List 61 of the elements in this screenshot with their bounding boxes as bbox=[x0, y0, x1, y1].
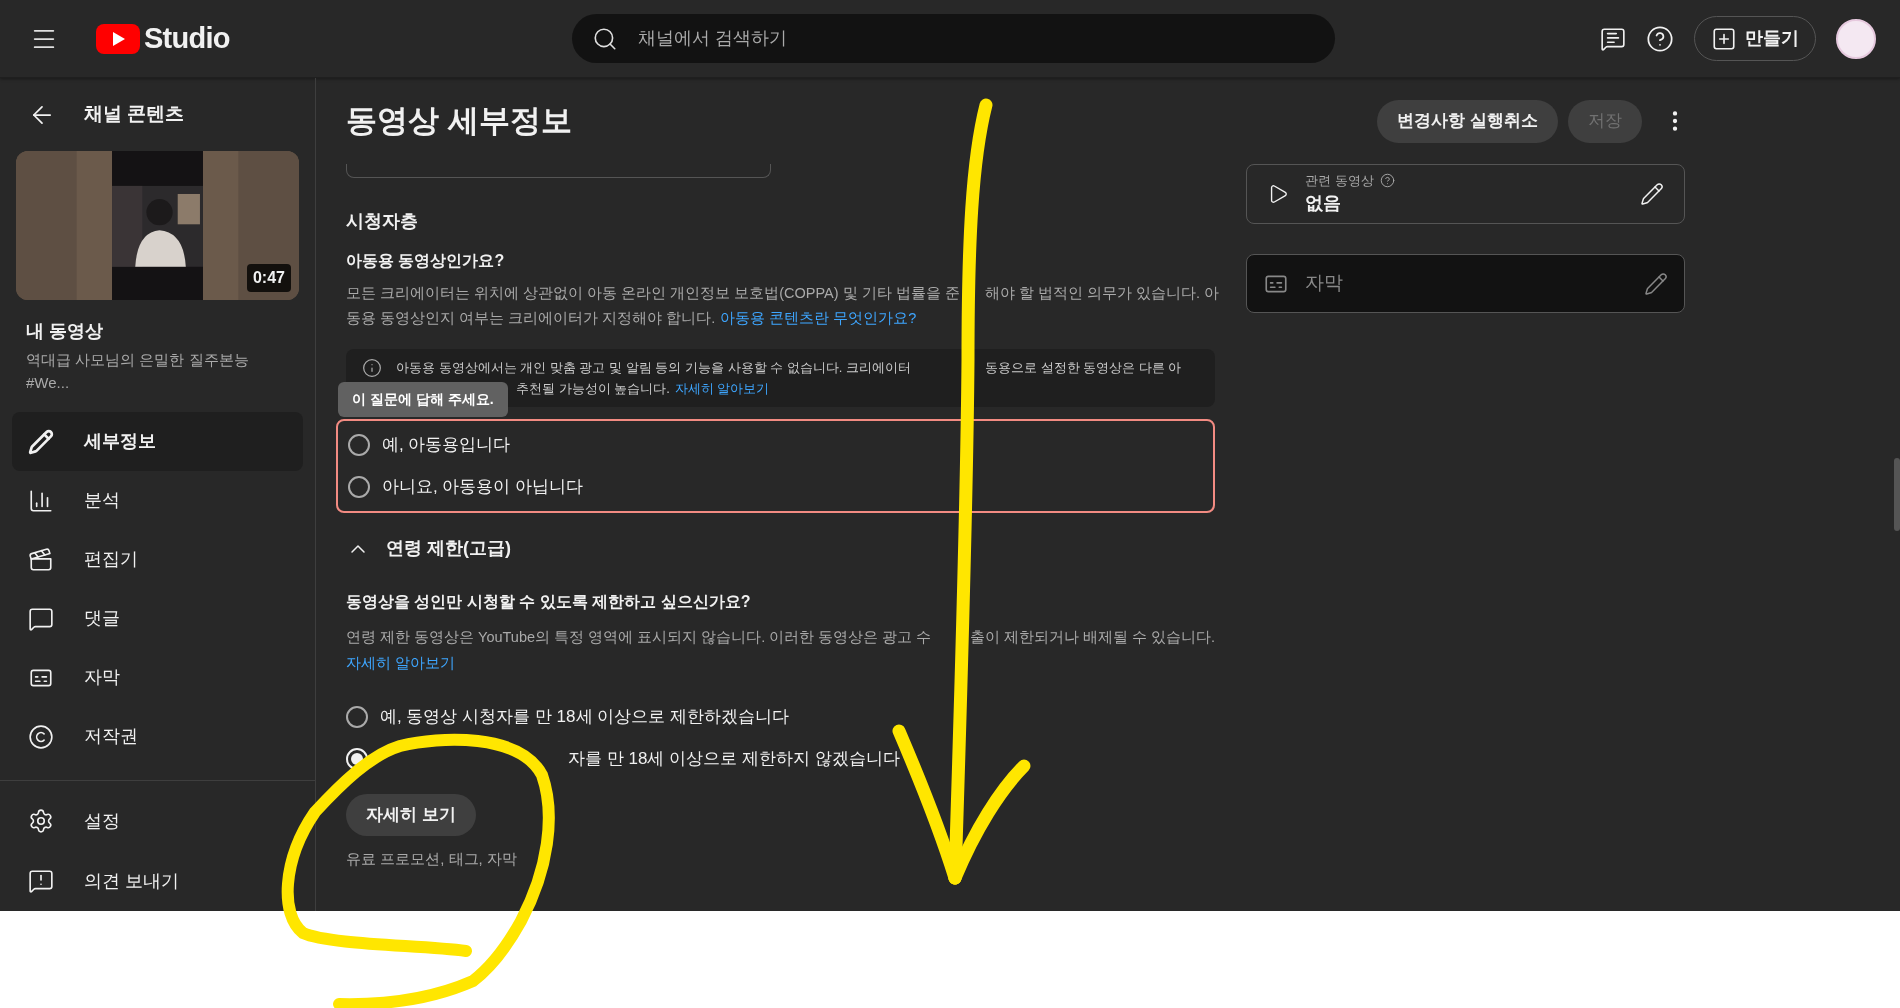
question-text: 아동용 동영상인가요? bbox=[346, 251, 506, 271]
page-title: 동영상 세부정보 bbox=[346, 101, 572, 140]
radio-label: 예, 동영상 시청자를 만 18세 이상으로 제한하겠습니다 bbox=[380, 706, 789, 729]
text-field[interactable] bbox=[346, 164, 771, 178]
show-more-button[interactable]: 자세히 보기 bbox=[346, 794, 476, 836]
help-link[interactable]: 아동용 콘텐츠란 무엇인가요? bbox=[720, 306, 917, 331]
radio-label: 자를 만 18세 이상으로 제한하지 않겠습니다 bbox=[568, 748, 900, 771]
info-icon bbox=[362, 358, 382, 378]
radio-label: 아니요, 아동용이 아닙니다 bbox=[382, 476, 584, 499]
avatar[interactable] bbox=[1836, 18, 1876, 59]
nav-item[interactable]: 분석 bbox=[12, 471, 303, 530]
question-text: 동영상을 성인만 시청할 수 있도록 제한하고 싶으신가요? bbox=[346, 592, 752, 612]
search-field[interactable]: 채널에서 검색하기 bbox=[571, 14, 1335, 63]
feedback-icon bbox=[28, 868, 54, 894]
learn-more-link[interactable]: 자세히 알아보기 bbox=[674, 378, 770, 399]
description-text: 모든 크리에이터는 위치에 상관없이 아동 온라인 개인정보 보호법(COPPA) 및 기타 법률을 준 bbox=[346, 285, 960, 301]
nav-item[interactable]: 자막 bbox=[12, 648, 303, 707]
nav-item[interactable]: 설정 bbox=[12, 791, 303, 851]
nav-item[interactable]: 저작권 bbox=[12, 707, 303, 766]
nav-item[interactable]: 댓글 bbox=[12, 589, 303, 648]
pencil-icon bbox=[1644, 271, 1668, 296]
copyright-icon bbox=[28, 723, 54, 750]
help-icon[interactable] bbox=[1646, 24, 1674, 53]
subtitles-field[interactable]: 자막 bbox=[1246, 254, 1685, 313]
scrollbar[interactable] bbox=[1894, 458, 1900, 531]
radio-button[interactable] bbox=[346, 706, 368, 728]
hint-text: 유료 프로모션, 태그, 자막 bbox=[346, 849, 518, 869]
help-icon bbox=[1379, 173, 1395, 188]
comment-icon[interactable] bbox=[1600, 25, 1626, 52]
section-heading[interactable]: 연령 제한(고급) bbox=[386, 535, 511, 562]
related-video-card[interactable]: 관련 동영상 없음 bbox=[1246, 164, 1685, 224]
info-text: 추천될 가능성이 높습니다. bbox=[516, 380, 670, 398]
info-text: 동용으로 설정한 동영상은 다른 아 bbox=[985, 359, 1182, 377]
comment-icon bbox=[28, 605, 54, 632]
play-logo-icon bbox=[96, 23, 140, 54]
field-value: 없음 bbox=[1305, 192, 1342, 216]
radio-button[interactable] bbox=[348, 434, 370, 456]
learn-more-link[interactable]: 자세히 알아보기 bbox=[346, 650, 456, 676]
pencil-icon[interactable] bbox=[1640, 182, 1664, 206]
description-text: 연령 제한 동영상은 YouTube의 특정 영역에 표시되지 않습니다. 이러한 동영상은 광고 수 bbox=[346, 629, 932, 645]
pencil-icon bbox=[28, 428, 54, 455]
info-text: 아동용 동영상에서는 개인 맞춤 광고 및 알림 등의 기능을 사용할 수 없습니다. 크리에이터 bbox=[396, 360, 911, 375]
radio-label: 예, 아동용입니다 bbox=[382, 434, 511, 457]
settings-icon bbox=[28, 808, 54, 834]
nav-item[interactable]: 편집기 bbox=[12, 530, 303, 589]
description-text: 출이 제한되거나 배제될 수 있습니다. bbox=[969, 628, 1215, 647]
clapperboard-icon bbox=[28, 546, 54, 573]
field-label: 관련 동영상 bbox=[1305, 171, 1374, 190]
description-text: 해야 할 법적인 의무가 있습니다. 아 bbox=[985, 284, 1220, 303]
section-heading: 시청자층 bbox=[346, 210, 419, 233]
duration-badge: 0:47 bbox=[246, 264, 291, 292]
answer-tooltip: 이 질문에 답해 주세요. bbox=[338, 382, 508, 417]
nav-item[interactable]: 의견 보내기 bbox=[12, 851, 303, 911]
undo-button[interactable]: 변경사항 실행취소 bbox=[1377, 99, 1558, 143]
radio-button[interactable] bbox=[348, 476, 370, 498]
video-title: 역대급 사모님의 은밀한 질주본능 #We... bbox=[26, 350, 250, 393]
nav-item[interactable]: 세부정보 bbox=[12, 412, 303, 471]
video-heading: 내 동영상 bbox=[26, 320, 104, 343]
description-text: 동용 동영상인지 여부는 크리에이터가 지정해야 합니다. bbox=[346, 309, 716, 328]
logo-text: Studio bbox=[144, 20, 230, 56]
back-link[interactable]: 채널 콘텐츠 bbox=[84, 100, 185, 129]
